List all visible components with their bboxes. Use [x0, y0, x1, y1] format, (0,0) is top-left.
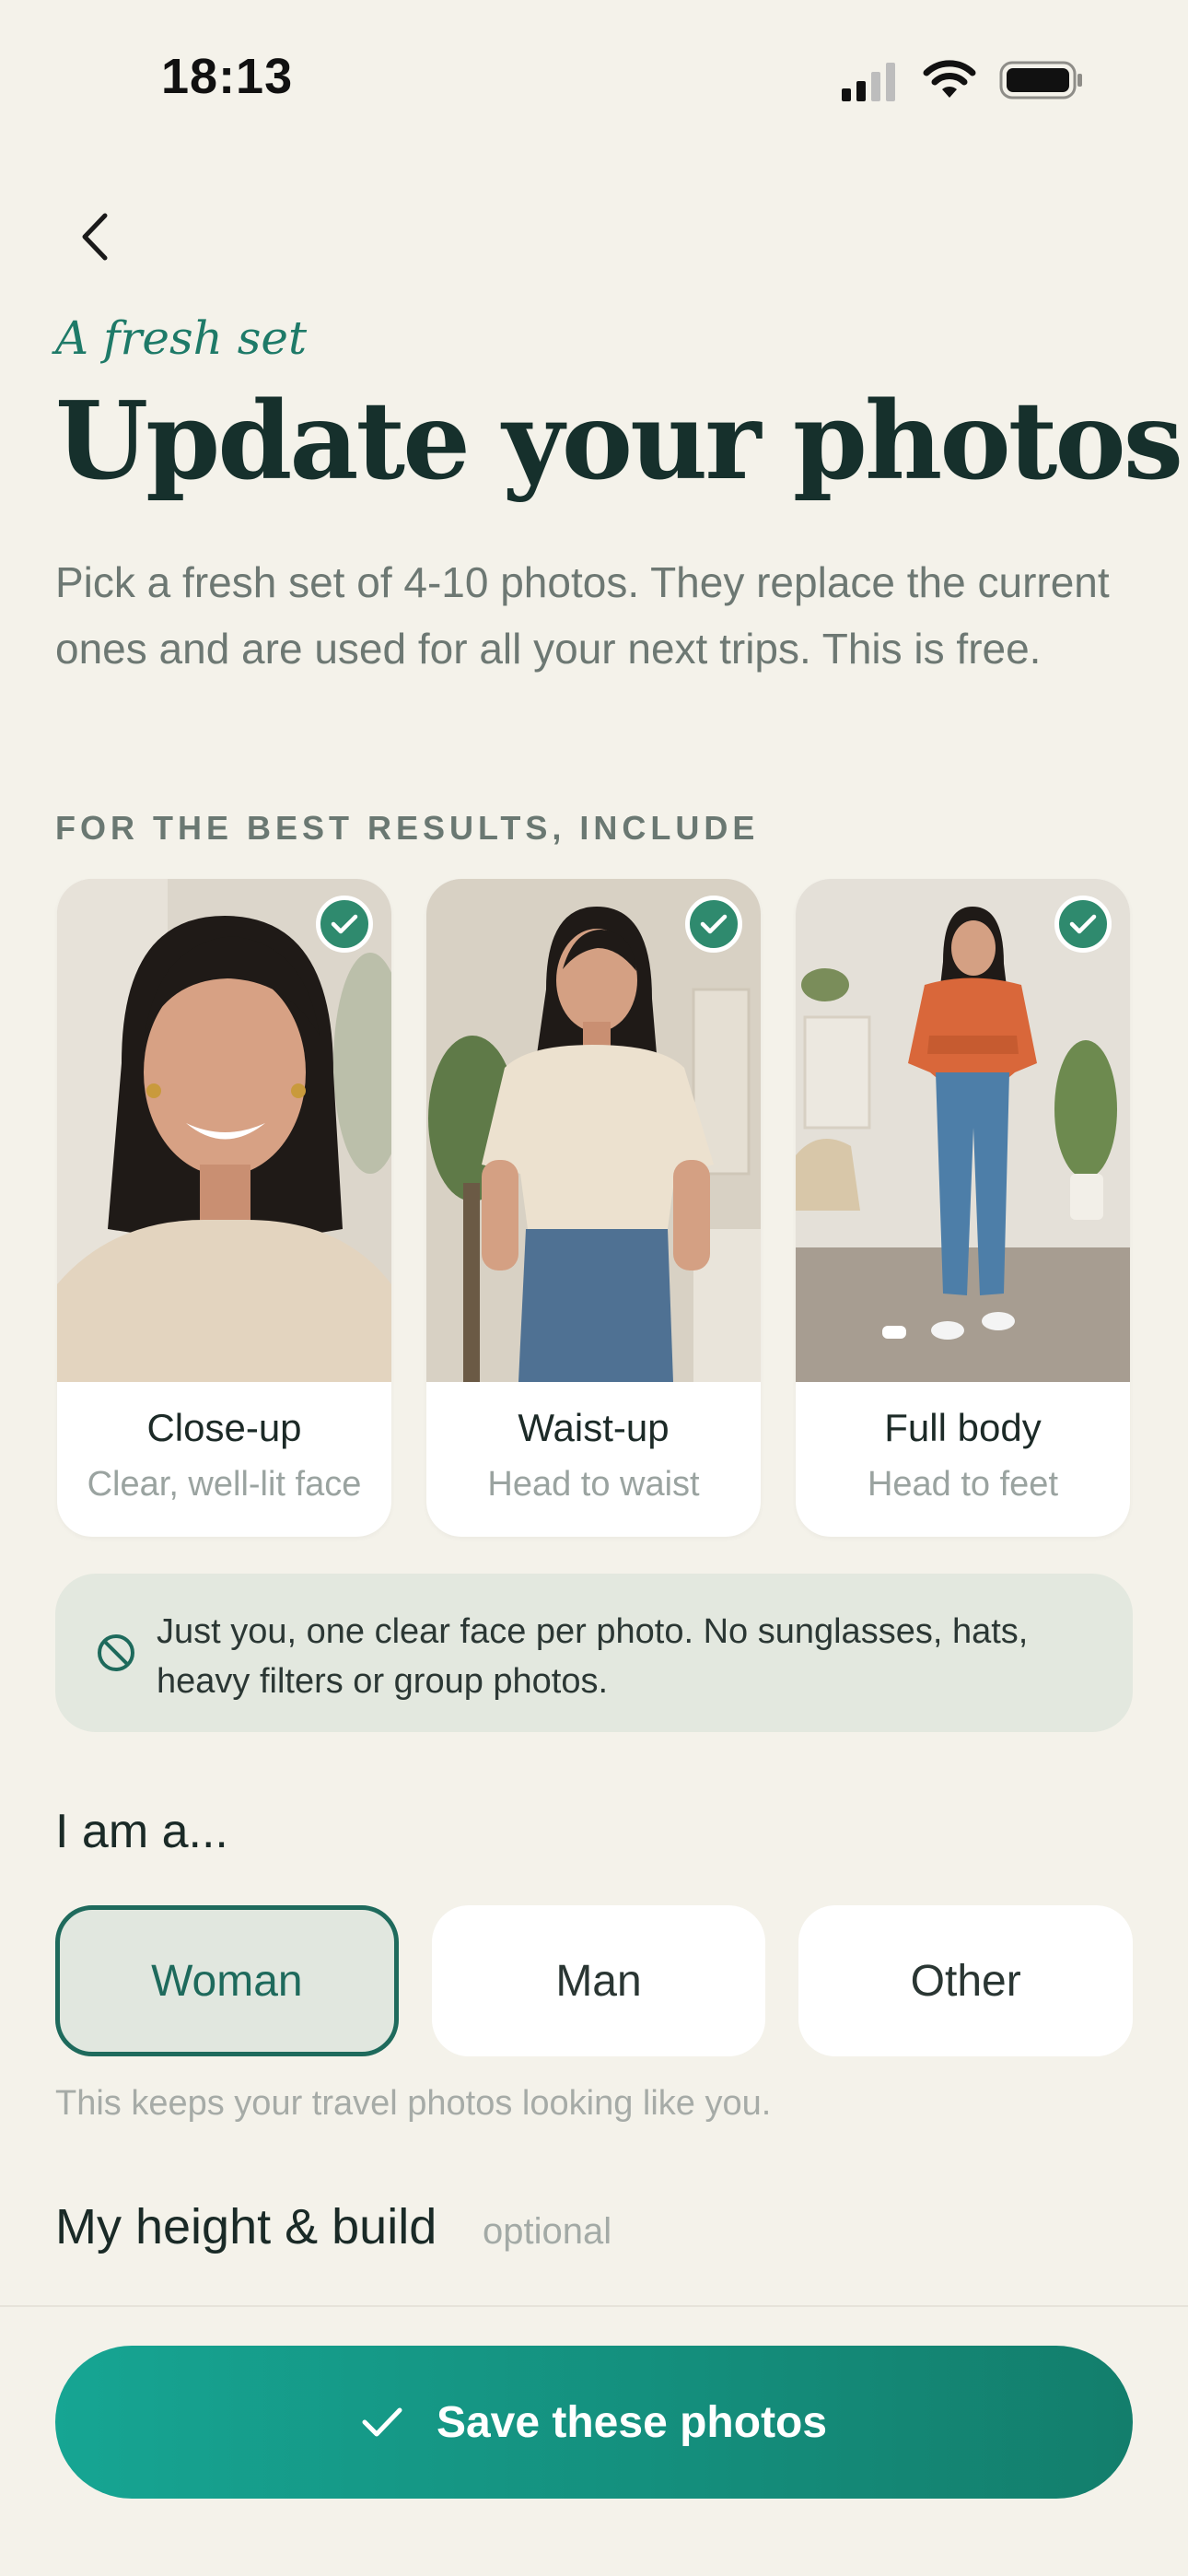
status-time: 18:13	[161, 49, 294, 104]
save-button-label: Save these photos	[436, 2397, 828, 2447]
status-bar: 18:13	[0, 0, 1188, 157]
gender-hint: This keeps your travel photos looking li…	[55, 2084, 772, 2123]
example-card-waist-up: Waist-up Head to waist	[426, 879, 761, 1537]
waist-up-photo	[426, 879, 761, 1382]
wifi-icon	[923, 60, 976, 98]
close-up-photo	[57, 879, 391, 1382]
check-icon	[316, 896, 373, 953]
save-photos-button[interactable]: Save these photos	[55, 2346, 1133, 2499]
page-description: Pick a fresh set of 4-10 photos. They re…	[55, 558, 1110, 673]
check-icon	[362, 2407, 402, 2437]
chevron-left-icon	[82, 213, 108, 261]
photo-rules-notice: Just you, one clear face per photo. No s…	[55, 1574, 1133, 1732]
card-title: Full body	[884, 1406, 1042, 1449]
card-subtitle: Head to feet	[867, 1465, 1059, 1504]
prohibited-icon	[98, 1634, 134, 1671]
battery-icon	[999, 61, 1082, 100]
gender-option-other[interactable]: Other	[798, 1905, 1134, 2056]
check-icon	[1054, 896, 1112, 953]
page-title: Update your photos	[55, 379, 1183, 504]
example-card-close-up: Close-up Clear, well-lit face	[57, 879, 391, 1537]
height-build-label: My height & build	[55, 2199, 437, 2254]
cellular-signal-icon	[842, 63, 895, 101]
check-icon	[685, 896, 742, 953]
gender-option-man[interactable]: Man	[431, 1905, 766, 2056]
gender-label: I am a...	[55, 1805, 228, 1858]
back-button[interactable]	[66, 205, 122, 269]
eyebrow-label: A fresh set	[55, 311, 308, 365]
full-body-photo	[796, 879, 1130, 1382]
footer-divider	[0, 2305, 1188, 2307]
optional-tag: optional	[483, 2211, 612, 2252]
examples-section-label: FOR THE BEST RESULTS, INCLUDE	[55, 809, 760, 847]
notice-text: Just you, one clear face per photo. No s…	[157, 1612, 1029, 1701]
card-title: Close-up	[146, 1406, 302, 1449]
card-subtitle: Head to waist	[487, 1465, 700, 1504]
card-subtitle: Clear, well-lit face	[87, 1465, 362, 1504]
example-cards: Close-up Clear, well-lit face Waist-up H…	[57, 879, 1131, 1539]
gender-option-woman[interactable]: Woman	[55, 1905, 399, 2056]
gender-options: Woman Man Other	[55, 1905, 1134, 2056]
card-title: Waist-up	[518, 1406, 670, 1449]
example-card-full-body: Full body Head to feet	[796, 879, 1130, 1537]
